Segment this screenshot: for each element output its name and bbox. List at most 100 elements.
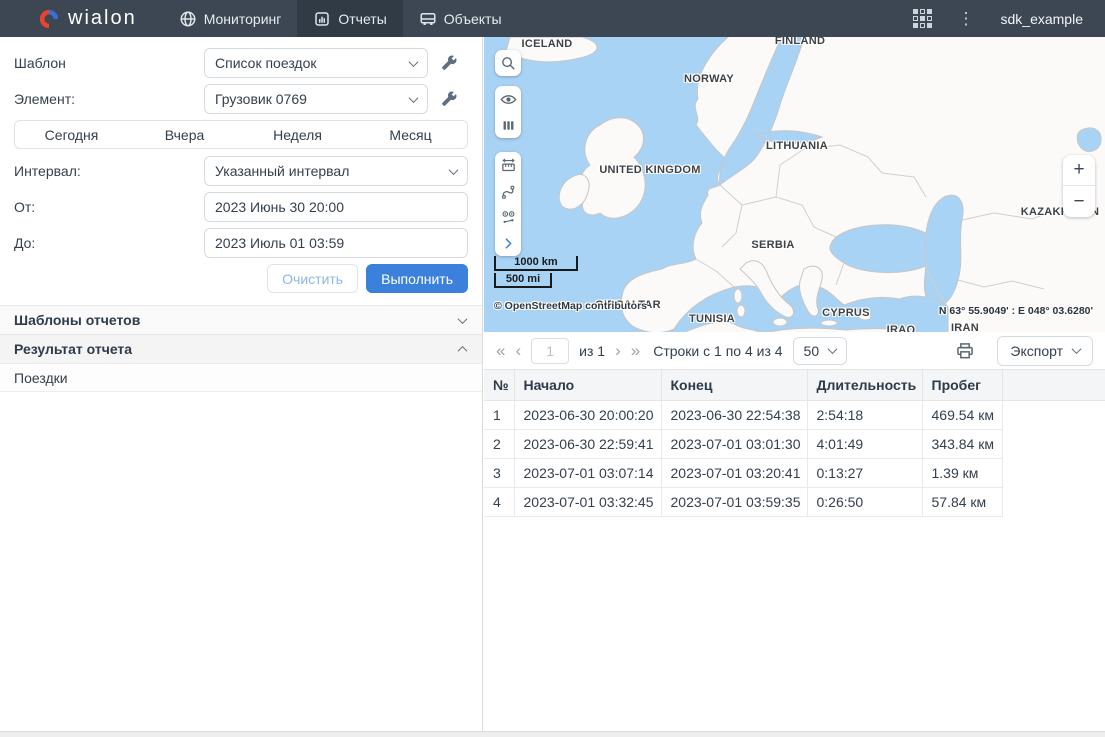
route-icon [500,183,517,200]
report-icon [313,10,331,28]
section-report-result-label: Результат отчета [14,341,132,357]
export-label: Экспорт [1010,343,1063,359]
map-track-points-button[interactable] [495,204,521,230]
search-icon [500,55,517,72]
unit-settings-wrench-icon[interactable] [440,90,458,108]
report-sections: Шаблоны отчетов Результат отчета Поездки [0,305,482,392]
prev-page-button[interactable]: ‹ [515,342,521,359]
page-size-select[interactable]: 50 [793,337,848,365]
interval-select[interactable]: Указанный интервал [204,156,468,186]
cell-duration: 0:26:50 [807,487,922,516]
cell-mileage: 343.84 км [922,429,1002,458]
map-attribution: © OpenStreetMap contributors [494,300,647,312]
cell-end-link[interactable]: 2023-07-01 03:59:35 [661,487,807,516]
chevron-down-icon [409,57,419,67]
kebab-menu-icon[interactable]: ⋮ [958,10,975,27]
section-report-templates[interactable]: Шаблоны отчетов [0,305,482,334]
table-row[interactable]: 3 2023-07-01 03:07:14 2023-07-01 03:20:4… [484,458,1105,487]
map-label-united-kingdom: UNITED KINGDOM [599,164,700,176]
printer-icon[interactable] [955,341,975,361]
template-value: Список поездок [215,55,317,71]
cell-end-link[interactable]: 2023-07-01 03:01:30 [661,429,807,458]
cell-start-link[interactable]: 2023-06-30 22:59:41 [514,429,661,458]
main-nav: Мониторинг Отчеты Объекты [163,0,518,37]
template-label: Шаблон [14,55,204,71]
map-visibility-button[interactable] [495,86,521,112]
map-route-button[interactable] [495,178,521,204]
interval-row: Интервал: Указанный интервал [14,156,468,186]
unit-value: Грузовик 0769 [215,91,307,107]
nav-reports[interactable]: Отчеты [297,0,402,37]
chevron-down-icon [828,344,838,354]
page-number-input[interactable] [531,338,569,364]
from-label: От: [14,199,204,215]
report-result-pane: « ‹ из 1 › » Строки с 1 по 4 из 4 50 Экс… [484,332,1105,731]
user-name[interactable]: sdk_example [1001,11,1084,27]
clear-button[interactable]: Очистить [267,264,358,293]
cell-start-link[interactable]: 2023-07-01 03:07:14 [514,458,661,487]
page-size-value: 50 [804,343,820,359]
topbar: wialon Мониторинг Отчеты [0,0,1105,37]
col-end[interactable]: Конец [661,370,807,400]
col-filler [1002,370,1105,400]
map-search-button[interactable] [495,50,521,76]
table-row[interactable]: 4 2023-07-01 03:32:45 2023-07-01 03:59:3… [484,487,1105,516]
execute-button[interactable]: Выполнить [366,264,468,293]
map-measure-button[interactable] [495,152,521,178]
cell-start-link[interactable]: 2023-06-30 20:00:20 [514,400,661,429]
template-settings-wrench-icon[interactable] [440,54,458,72]
map-label-lithuania: LITHUANIA [766,140,828,152]
to-label: До: [14,235,204,251]
cell-number: 3 [484,458,514,487]
col-duration[interactable]: Длительность [807,370,922,400]
quick-month-button[interactable]: Месяц [354,121,467,148]
cell-number: 1 [484,400,514,429]
nav-monitoring[interactable]: Мониторинг [163,0,298,37]
cell-mileage: 1.39 км [922,458,1002,487]
first-page-button[interactable]: « [496,342,505,359]
bus-icon [419,10,437,28]
map-label-tunisia: TUNISIA [689,313,735,325]
section-report-templates-label: Шаблоны отчетов [14,312,140,328]
map-label-norway: NORWAY [684,73,734,85]
wialon-logo[interactable]: wialon [0,0,163,37]
from-row: От: 2023 Июнь 30 20:00 [14,192,468,222]
export-button[interactable]: Экспорт [997,336,1093,366]
cell-start-link[interactable]: 2023-07-01 03:32:45 [514,487,661,516]
cell-number: 2 [484,429,514,458]
quick-today-button[interactable]: Сегодня [15,121,128,148]
map-tools-expand-button[interactable] [495,230,521,256]
table-row[interactable]: 2 2023-06-30 22:59:41 2023-07-01 03:01:3… [484,429,1105,458]
from-date-input[interactable]: 2023 Июнь 30 20:00 [204,192,468,222]
quick-week-button[interactable]: Неделя [241,121,354,148]
cell-end-link[interactable]: 2023-07-01 03:20:41 [661,458,807,487]
table-row[interactable]: 1 2023-06-30 20:00:20 2023-06-30 22:54:3… [484,400,1105,429]
last-page-button[interactable]: » [631,342,637,359]
col-mileage[interactable]: Пробег [922,370,1002,400]
to-date-input[interactable]: 2023 Июль 01 03:59 [204,228,468,258]
unit-select[interactable]: Грузовик 0769 [204,84,428,114]
section-item-trips[interactable]: Поездки [0,363,482,392]
section-report-result[interactable]: Результат отчета [0,334,482,363]
col-number[interactable]: № [484,370,514,400]
map-layers-button[interactable] [495,112,521,138]
zoom-in-button[interactable]: + [1063,155,1095,186]
map-canvas[interactable]: ICELAND FINLAND NORWAY LITHUANIA UNITED … [484,37,1105,332]
template-select[interactable]: Список поездок [204,48,428,78]
map-zoom-control: + − [1063,155,1095,217]
map-label-iceland: ICELAND [522,38,573,50]
cell-filler [1002,429,1105,458]
nav-units[interactable]: Объекты [403,0,518,37]
quick-yesterday-button[interactable]: Вчера [128,121,241,148]
next-page-button[interactable]: › [615,342,621,359]
interval-value: Указанный интервал [215,163,349,179]
col-start[interactable]: Начало [514,370,661,400]
map-label-iraq: IRAQ [887,324,916,332]
cell-end-link[interactable]: 2023-06-30 22:54:38 [661,400,807,429]
zoom-out-button[interactable]: − [1063,186,1095,217]
ruler-icon [500,157,517,174]
globe-icon [179,10,197,28]
cell-duration: 4:01:49 [807,429,922,458]
map-label-finland: FINLAND [775,37,825,47]
apps-grid-icon[interactable] [913,9,932,28]
